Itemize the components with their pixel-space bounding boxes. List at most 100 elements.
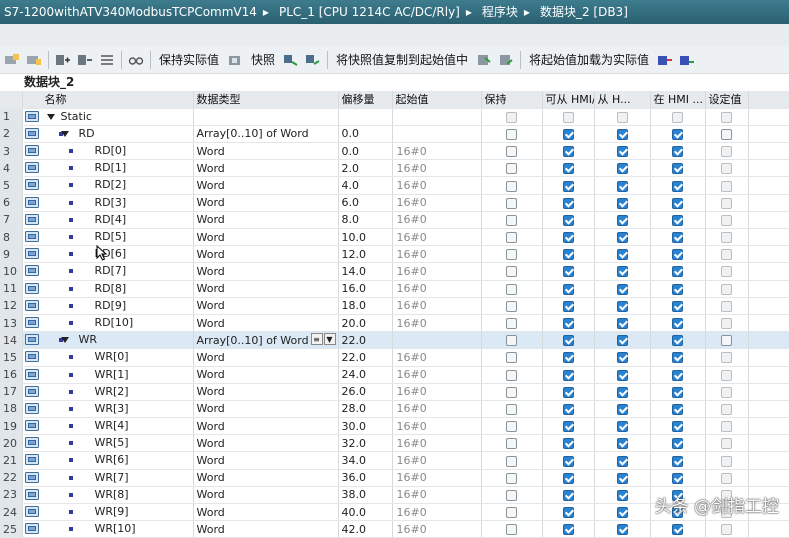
hmi-visible-checkbox[interactable] [616,214,628,226]
load-start-as-actual-button[interactable]: 将起始值加载为实际值 [527,51,651,68]
hmi-access-checkbox[interactable] [562,472,574,484]
row-number[interactable]: 22 [0,469,23,487]
hmi-visible-checkbox[interactable] [616,128,628,140]
setpoint-checkbox[interactable] [721,335,732,347]
hmi-access-checkbox[interactable] [562,352,574,364]
row-number[interactable]: 23 [0,486,23,505]
chevron-down-icon[interactable]: ▼ [323,333,336,346]
start-value-cell[interactable]: 16#0 [392,503,482,522]
table-row[interactable]: 8 RD[5] Word 10.0 16#0 [0,228,789,247]
hmi-visible-checkbox[interactable] [616,232,628,244]
row-number[interactable]: 6 [0,194,23,212]
retain-checkbox[interactable] [506,249,517,261]
row-number[interactable]: 10 [0,262,23,281]
datatype-cell[interactable]: Word [193,486,339,505]
table-row[interactable]: 16 WR[1] Word 24.0 16#0 [0,366,789,384]
copy-snapshot-icon[interactable] [283,52,299,68]
name-cell[interactable]: Static [22,108,194,126]
hmi-visible-checkbox[interactable] [616,146,628,158]
retain-checkbox[interactable] [506,232,517,244]
start-value-cell[interactable]: 16#0 [392,280,482,298]
row-number[interactable]: 2 [0,125,23,144]
hmi-visible-checkbox[interactable] [616,472,628,484]
start-value-cell[interactable]: 16#0 [392,297,482,315]
retain-checkbox[interactable] [506,352,517,364]
retain-checkbox[interactable] [506,197,517,209]
hmi-setpoint-checkbox[interactable] [672,180,683,192]
hmi-visible-checkbox[interactable] [616,266,628,278]
header-hmi-visible[interactable]: 从 H... [594,91,651,109]
snapshot-button[interactable]: 快照 [249,51,277,68]
hmi-access-checkbox[interactable] [562,214,574,226]
datatype-cell[interactable]: Word [193,262,339,281]
datatype-cell[interactable]: Word [193,417,339,436]
row-number[interactable]: 25 [0,520,23,538]
table-row[interactable]: 14 WR Array[0..10] of Word ≡ ▼ 22.0 [0,331,789,350]
row-number[interactable]: 18 [0,400,23,419]
hmi-visible-checkbox[interactable] [616,489,628,501]
hmi-setpoint-checkbox[interactable] [672,472,683,484]
hmi-visible-checkbox[interactable] [616,507,628,519]
datatype-cell[interactable]: Word [193,469,339,487]
row-number[interactable]: 13 [0,314,23,333]
name-cell[interactable]: WR[2] [22,383,194,401]
name-cell[interactable]: RD[7] [22,262,194,281]
setpoint-checkbox[interactable] [721,232,732,244]
hmi-setpoint-checkbox[interactable] [672,232,683,244]
table-row[interactable]: 13 RD[10] Word 20.0 16#0 [0,314,789,333]
row-number[interactable]: 3 [0,142,23,161]
setpoint-checkbox[interactable] [721,128,732,140]
hmi-access-checkbox[interactable] [562,180,574,192]
datatype-cell[interactable]: Word [193,176,339,195]
name-cell[interactable]: RD[8] [22,280,194,298]
hmi-setpoint-checkbox[interactable] [672,369,683,381]
upload-device-icon[interactable] [679,52,695,68]
hmi-visible-checkbox[interactable] [616,352,628,364]
setpoint-checkbox[interactable] [721,386,732,398]
name-cell[interactable]: WR[6] [22,451,194,470]
load-start-alt-icon[interactable] [498,52,514,68]
start-value-cell[interactable]: 16#0 [392,176,482,195]
breadcrumb-project[interactable]: S7-1200withATV340ModbusTCPCommV14 [4,5,257,19]
row-number[interactable]: 12 [0,297,23,315]
setpoint-checkbox[interactable] [721,524,732,536]
table-row[interactable]: 3 RD[0] Word 0.0 16#0 [0,142,789,161]
start-value-cell[interactable]: 16#0 [392,383,482,401]
hmi-setpoint-checkbox[interactable] [672,335,683,347]
name-cell[interactable]: WR [22,331,194,350]
name-cell[interactable]: RD[9] [22,297,194,315]
hmi-visible-checkbox[interactable] [616,318,628,330]
datatype-cell[interactable]: Word [193,434,339,453]
hmi-access-checkbox[interactable] [562,283,574,295]
table-row[interactable]: 22 WR[7] Word 36.0 16#0 [0,469,789,487]
table-row[interactable]: 15 WR[0] Word 22.0 16#0 [0,348,789,367]
row-number[interactable]: 19 [0,417,23,436]
datatype-cell[interactable]: Word [193,451,339,470]
name-cell[interactable]: WR[4] [22,417,194,436]
hmi-access-checkbox[interactable] [562,300,574,312]
start-value-cell[interactable]: 16#0 [392,520,482,538]
monitor-glasses-icon[interactable] [128,52,144,68]
setpoint-checkbox[interactable] [721,438,732,450]
name-cell[interactable]: WR[5] [22,434,194,453]
name-cell[interactable]: RD [22,125,194,144]
row-number[interactable]: 20 [0,434,23,453]
row-number[interactable]: 7 [0,211,23,230]
setpoint-checkbox[interactable] [721,163,732,175]
hmi-visible-checkbox[interactable] [616,455,628,467]
name-cell[interactable]: RD[5] [22,228,194,247]
table-row[interactable]: 10 RD[7] Word 14.0 16#0 [0,262,789,281]
datatype-cell[interactable]: Word [193,228,339,247]
start-value-cell[interactable]: 16#0 [392,262,482,281]
retain-checkbox[interactable] [506,369,517,381]
header-start-value[interactable]: 起始值 [392,91,482,109]
hmi-visible-checkbox[interactable] [616,335,628,347]
retain-checkbox[interactable] [506,266,517,278]
keep-actual-values-button[interactable]: 保持实际值 [157,51,221,68]
hmi-visible-checkbox[interactable] [616,300,628,312]
hmi-setpoint-checkbox[interactable] [672,438,683,450]
hmi-access-checkbox[interactable] [562,438,574,450]
start-value-cell[interactable]: 16#0 [392,142,482,161]
name-cell[interactable]: RD[2] [22,176,194,195]
hmi-setpoint-checkbox[interactable] [672,524,683,536]
